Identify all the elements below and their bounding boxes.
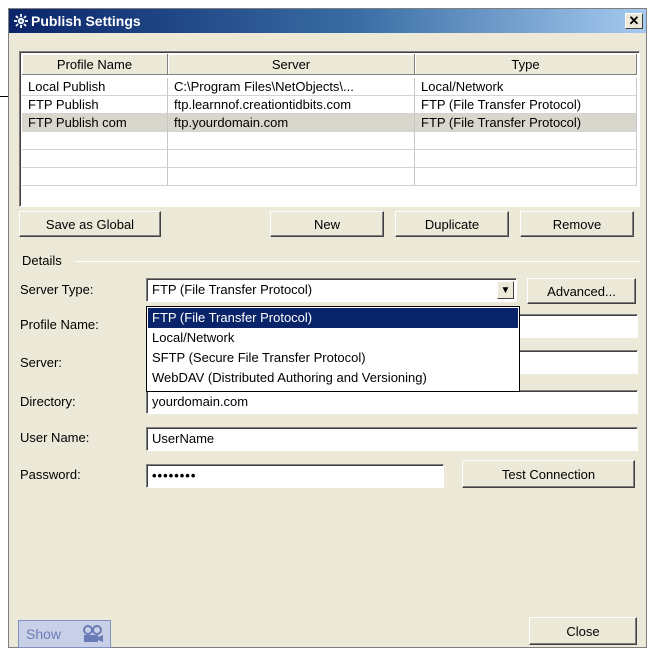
dropdown-option-local-network[interactable]: Local/Network <box>148 328 518 348</box>
chevron-down-icon[interactable]: ▼ <box>497 281 514 299</box>
remove-button[interactable]: Remove <box>520 211 634 237</box>
new-button[interactable]: New <box>270 211 384 237</box>
table-cell <box>22 150 168 168</box>
dropdown-option-sftp[interactable]: SFTP (Secure File Transfer Protocol) <box>148 348 518 368</box>
publish-settings-dialog: Publish Settings ✕ Profile Name Server T… <box>8 8 647 648</box>
table-cell <box>415 168 637 186</box>
button-label: Save as Global <box>45 216 135 232</box>
table-cell <box>168 150 415 168</box>
dropdown-option-ftp[interactable]: FTP (File Transfer Protocol) <box>148 308 518 328</box>
table-row-selected[interactable]: FTP Publish com ftp.yourdomain.com FTP (… <box>22 114 637 132</box>
table-cell <box>168 132 415 150</box>
details-legend: Details <box>22 253 62 268</box>
password-value: •••••••• <box>152 468 197 483</box>
button-label: Duplicate <box>424 216 480 232</box>
server-type-select[interactable]: FTP (File Transfer Protocol) ▼ <box>146 278 517 302</box>
table-row-empty[interactable] <box>22 168 637 186</box>
table-cell: Local Publish <box>22 78 168 96</box>
directory-label: Directory: <box>20 394 76 409</box>
column-header-server[interactable]: Server <box>168 54 415 75</box>
table-row-empty[interactable] <box>22 150 637 168</box>
server-type-label: Server Type: <box>20 282 94 297</box>
table-cell: Local/Network <box>415 78 637 96</box>
server-label: Server: <box>20 355 62 370</box>
column-header-profile-name[interactable]: Profile Name <box>22 54 168 75</box>
directory-field[interactable]: yourdomain.com <box>146 390 638 414</box>
server-type-dropdown-list[interactable]: FTP (File Transfer Protocol) Local/Netwo… <box>146 306 520 392</box>
password-field[interactable]: •••••••• <box>146 464 444 488</box>
table-cell: FTP Publish <box>22 96 168 114</box>
table-cell <box>168 168 415 186</box>
button-label: Test Connection <box>501 466 596 482</box>
test-connection-button[interactable]: Test Connection <box>462 460 635 488</box>
dropdown-option-webdav[interactable]: WebDAV (Distributed Authoring and Versio… <box>148 368 518 388</box>
gear-icon <box>14 14 28 28</box>
profile-table[interactable]: Profile Name Server Type Local Publish C… <box>19 51 640 207</box>
table-cell <box>22 168 168 186</box>
table-cell <box>415 132 637 150</box>
table-row[interactable]: FTP Publish ftp.learnnof.creationtidbits… <box>22 96 637 114</box>
table-cell: C:\Program Files\NetObjects\... <box>168 78 415 96</box>
advanced-button[interactable]: Advanced... <box>527 278 636 304</box>
table-cell: ftp.learnnof.creationtidbits.com <box>168 96 415 114</box>
details-divider <box>75 261 640 262</box>
directory-value: yourdomain.com <box>152 394 249 409</box>
window-title: Publish Settings <box>31 13 141 29</box>
table-cell: FTP (File Transfer Protocol) <box>415 96 637 114</box>
table-row-empty[interactable] <box>22 132 637 150</box>
table-cell: FTP (File Transfer Protocol) <box>415 114 637 132</box>
camera-icon <box>83 625 103 642</box>
password-label: Password: <box>20 467 81 482</box>
table-cell: ftp.yourdomain.com <box>168 114 415 132</box>
column-header-type[interactable]: Type <box>415 54 637 75</box>
button-label: Close <box>566 623 600 639</box>
table-cell <box>22 132 168 150</box>
table-row[interactable]: Local Publish C:\Program Files\NetObject… <box>22 78 637 96</box>
title-bar: Publish Settings ✕ <box>9 9 646 33</box>
button-label: Remove <box>552 216 602 232</box>
user-name-label: User Name: <box>20 430 90 445</box>
table-cell <box>415 150 637 168</box>
profile-name-label: Profile Name: <box>20 317 99 332</box>
button-label: Advanced... <box>547 283 616 299</box>
close-icon: ✕ <box>628 13 640 28</box>
button-label: New <box>313 216 340 232</box>
user-name-value: UserName <box>152 431 215 446</box>
server-type-value: FTP (File Transfer Protocol) <box>152 282 313 297</box>
save-as-global-button[interactable]: Save as Global <box>19 211 161 237</box>
user-name-field[interactable]: UserName <box>146 427 638 451</box>
duplicate-button[interactable]: Duplicate <box>395 211 509 237</box>
close-window-button[interactable]: ✕ <box>625 13 643 29</box>
show-button[interactable]: Show <box>18 620 111 648</box>
table-cell: FTP Publish com <box>22 114 168 132</box>
close-button[interactable]: Close <box>529 617 637 645</box>
button-label: Show <box>26 626 62 642</box>
